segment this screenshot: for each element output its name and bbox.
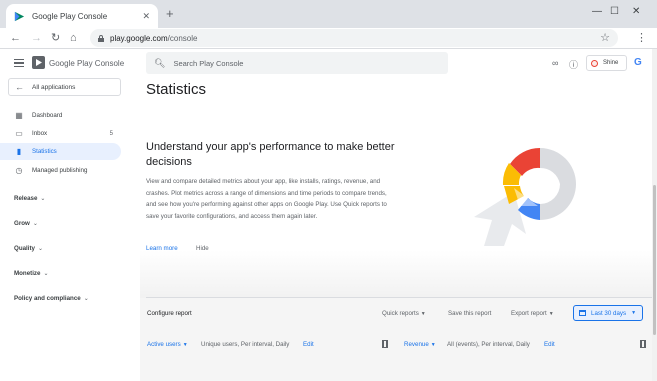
section-monetize[interactable]: Monetize ⌄: [14, 270, 49, 277]
chevron-down-icon: ⌄: [40, 195, 46, 202]
link-icon[interactable]: ∞: [552, 58, 558, 68]
reload-icon[interactable]: ↻: [51, 31, 60, 45]
all-applications-button[interactable]: ← All applications: [8, 78, 121, 96]
chevron-down-icon: ⌄: [83, 295, 89, 302]
inbox-icon: ▭: [15, 129, 23, 138]
configure-report-label: Configure report: [147, 310, 192, 317]
export-report-button[interactable]: Export report ▼: [511, 310, 554, 317]
publishing-icon: ◷: [15, 166, 23, 175]
search-icon: 🔍︎: [154, 57, 166, 68]
section-grow[interactable]: Grow ⌄: [14, 220, 38, 227]
dashboard-icon: ▦: [15, 111, 23, 120]
play-console-favicon: [14, 11, 25, 21]
help-icon[interactable]: ⓘ: [569, 58, 578, 71]
metric1-detail: Unique users, Per interval, Daily: [201, 341, 290, 348]
account-name: Shine: [603, 60, 619, 66]
developer-account-chip[interactable]: Shine: [586, 55, 627, 71]
menu-icon[interactable]: [14, 59, 24, 67]
section-quality[interactable]: Quality ⌄: [14, 245, 43, 252]
bar-chart-icon: ▮: [16, 147, 22, 156]
tab-close-icon[interactable]: ✕: [142, 11, 150, 22]
back-arrow-icon: ←: [15, 82, 24, 92]
promo-title: Understand your app's performance to mak…: [146, 141, 395, 168]
metric1-edit-link[interactable]: Edit: [303, 341, 314, 348]
sidebar-item-statistics[interactable]: ▮ Statistics: [0, 143, 121, 160]
dropdown-caret-icon: ▼: [631, 310, 637, 316]
scrollbar[interactable]: [652, 49, 657, 381]
account-avatar: [591, 59, 598, 67]
bookmark-star-icon[interactable]: ☆: [600, 31, 610, 44]
dropdown-caret-icon: ▼: [548, 311, 554, 317]
chevron-down-icon: ⌄: [43, 270, 49, 277]
section-policy-and-compliance[interactable]: Policy and compliance ⌄: [14, 295, 89, 302]
divider: [146, 297, 657, 298]
column-icon[interactable]: [640, 340, 646, 348]
browser-toolbar: ← → ↻ ⌂ play.google.com/console ☆ ⋮: [0, 28, 657, 49]
metric1-selector[interactable]: Active users ▼: [147, 341, 188, 348]
sidebar-item-managed-publishing[interactable]: ◷ Managed publishing: [0, 162, 121, 179]
search-input[interactable]: 🔍︎ Search Play Console: [146, 52, 448, 74]
all-applications-label: All applications: [32, 83, 76, 91]
content-fade: [140, 250, 657, 300]
dropdown-caret-icon: ▼: [182, 342, 188, 348]
metric2-edit-link[interactable]: Edit: [544, 341, 555, 348]
sidebar-item-inbox[interactable]: ▭ Inbox 5: [0, 125, 121, 142]
dropdown-caret-icon: ▼: [420, 311, 426, 317]
new-tab-button[interactable]: +: [166, 6, 174, 21]
metric2-detail: All (events), Per interval, Daily: [447, 341, 530, 348]
url-text: play.google.com/console: [110, 33, 198, 43]
dropdown-caret-icon: ▼: [430, 342, 436, 348]
search-placeholder: Search Play Console: [173, 58, 244, 68]
save-report-button[interactable]: Save this report: [448, 310, 491, 317]
date-range-button[interactable]: Last 30 days ▼: [573, 305, 643, 321]
minimize-button[interactable]: —: [592, 6, 602, 17]
address-bar[interactable]: play.google.com/console ☆: [90, 29, 618, 47]
scrollbar-thumb[interactable]: [653, 185, 656, 335]
home-icon[interactable]: ⌂: [70, 31, 77, 45]
tab-title: Google Play Console: [32, 11, 108, 21]
section-release[interactable]: Release ⌄: [14, 195, 46, 202]
forward-icon[interactable]: →: [31, 31, 42, 45]
chevron-down-icon: ⌄: [32, 220, 39, 227]
browser-menu-icon[interactable]: ⋮: [636, 31, 647, 44]
browser-tab-strip: Google Play Console ✕ + — ☐ ✕: [0, 0, 657, 28]
sidebar-item-dashboard[interactable]: ▦ Dashboard: [0, 107, 121, 124]
promo-body: View and compare detailed metrics about …: [146, 178, 387, 220]
lock-icon: [98, 34, 104, 42]
app-name: Google Play Console: [49, 59, 125, 68]
inbox-count: 5: [109, 130, 113, 137]
close-window-button[interactable]: ✕: [632, 6, 640, 17]
back-icon[interactable]: ←: [10, 31, 21, 45]
maximize-button[interactable]: ☐: [610, 6, 619, 17]
chevron-down-icon: ⌄: [37, 245, 44, 252]
page-title: Statistics: [146, 81, 207, 98]
column-icon[interactable]: [382, 340, 388, 348]
quick-reports-button[interactable]: Quick reports ▼: [382, 310, 426, 317]
browser-tab[interactable]: Google Play Console ✕: [6, 4, 158, 28]
statistics-illustration: [474, 147, 576, 246]
play-console-logo-icon: [32, 56, 45, 69]
google-account-icon[interactable]: G: [634, 57, 642, 68]
metric2-selector[interactable]: Revenue ▼: [404, 341, 436, 348]
calendar-icon: [579, 310, 586, 316]
